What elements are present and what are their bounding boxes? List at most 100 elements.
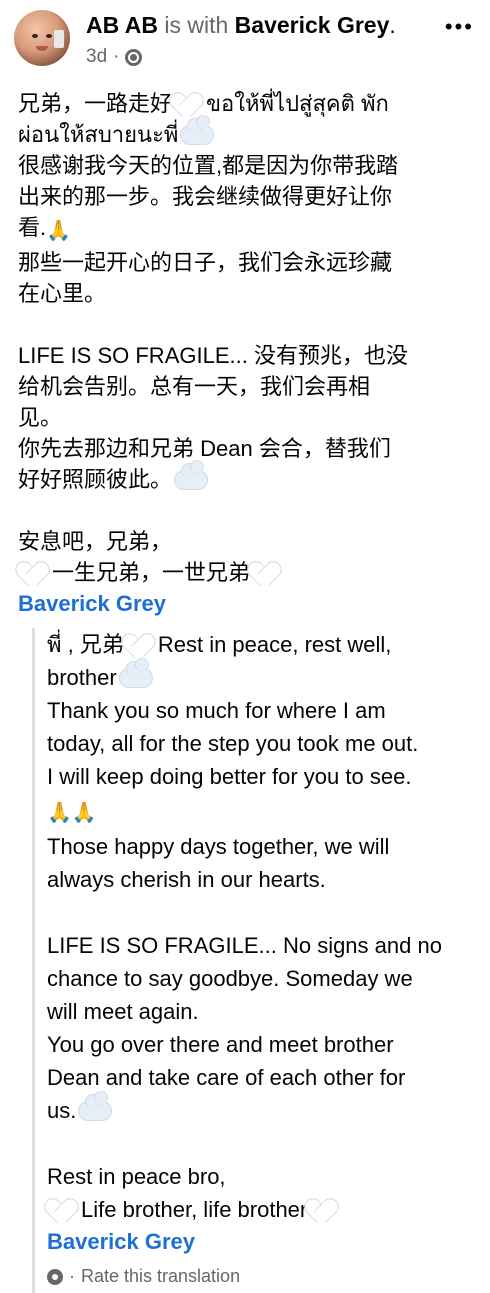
line-text: Dean and take care of each other for	[47, 1065, 406, 1090]
translation-line: พี่ , 兄弟 Rest in peace, rest well,	[47, 628, 472, 661]
translation-line: today, all for the step you took me out.	[47, 727, 472, 760]
translation-line	[47, 1127, 472, 1160]
line-text: LIFE IS SO FRAGILE... No signs and no	[47, 933, 442, 958]
line-text: 安息吧，兄弟，	[18, 529, 173, 554]
white-heart-icon	[309, 1198, 339, 1222]
white-heart-icon	[49, 1198, 79, 1222]
folded-hands-icon: 🙏	[47, 802, 72, 824]
globe-icon	[125, 48, 143, 66]
original-line	[18, 495, 472, 526]
translation-line: Thank you so much for where I am	[47, 694, 472, 727]
avatar[interactable]	[14, 10, 70, 66]
original-line: 很感谢我今天的位置,都是因为你带我踏	[18, 150, 472, 181]
line-text: 看.	[18, 215, 47, 240]
cloud-icon	[118, 658, 153, 688]
original-line: LIFE IS SO FRAGILE... 没有预兆，也没	[18, 340, 472, 371]
original-line: 在心里。	[18, 278, 472, 309]
line-text: พี่ , 兄弟	[47, 632, 124, 657]
line-text: 你先去那边和兄弟 Dean 会合，替我们	[18, 436, 391, 461]
line-text: Rest in peace bro,	[47, 1164, 226, 1189]
translation-line: 🙏🙏	[47, 793, 472, 830]
original-line	[18, 309, 472, 340]
white-heart-icon	[126, 633, 156, 657]
line-text: today, all for the step you took me out.	[47, 731, 419, 756]
post-header: AB AB is with Baverick Grey. 3d · •••	[0, 0, 490, 78]
line-text: Rest in peace, rest well,	[157, 632, 392, 657]
translation-line	[47, 896, 472, 929]
post-title: AB AB is with Baverick Grey.	[86, 12, 396, 39]
translation-footer: · Rate this translation	[47, 1260, 472, 1293]
line-text: 兄弟，一路走好	[18, 91, 173, 116]
translation-line: Life brother, life brother	[47, 1193, 472, 1226]
translation-mention-link[interactable]: Baverick Grey	[47, 1226, 472, 1258]
tagged-name[interactable]: Baverick Grey	[235, 12, 390, 38]
line-text: Those happy days together, we will	[47, 834, 390, 859]
translation-line: Those happy days together, we will	[47, 830, 472, 863]
translation-line: Rest in peace bro,	[47, 1160, 472, 1193]
white-heart-icon	[20, 561, 50, 585]
mention-link[interactable]: Baverick Grey	[18, 588, 472, 620]
original-line: 安息吧，兄弟，	[18, 526, 472, 557]
gear-icon[interactable]	[47, 1268, 63, 1285]
original-line: 那些一起开心的日子，我们会永远珍藏	[18, 247, 472, 278]
cloud-icon	[78, 1091, 113, 1121]
cloud-icon	[180, 115, 215, 145]
translation-line: LIFE IS SO FRAGILE... No signs and no	[47, 929, 472, 962]
cloud-icon	[174, 460, 209, 490]
translation-line: You go over there and meet brother	[47, 1028, 472, 1061]
original-line: 给机会告别。总有一天，我们会再相	[18, 371, 472, 402]
line-text: us.	[47, 1098, 77, 1123]
author-name[interactable]: AB AB	[86, 12, 158, 38]
original-line: 一生兄弟，一世兄弟	[18, 557, 472, 588]
original-line: 好好照顾彼此。	[18, 460, 472, 495]
line-text: chance to say goodbye. Someday we	[47, 966, 413, 991]
line-text: ขอให้พี่ไปสู่สุคติ พัก	[206, 91, 389, 116]
line-text: Life brother, life brother	[81, 1197, 308, 1222]
line-text: will meet again.	[47, 999, 199, 1024]
translation-line: Dean and take care of each other for	[47, 1061, 472, 1094]
line-text: LIFE IS SO FRAGILE... 没有预兆，也没	[18, 343, 408, 368]
original-line: 出来的那一步。我会继续做得更好让你	[18, 181, 472, 212]
translation-line: will meet again.	[47, 995, 472, 1028]
post-time[interactable]: 3d	[86, 46, 107, 68]
folded-hands-icon: 🙏	[71, 802, 97, 824]
original-line: 你先去那边和兄弟 Dean 会合，替我们	[18, 433, 472, 464]
original-line: 看.🙏	[18, 212, 472, 247]
white-heart-icon	[252, 561, 282, 585]
post-body: 兄弟，一路走好 ขอให้พี่ไปสู่สุคติ พักผ่อนให้สบาย…	[0, 78, 490, 1293]
line-text: 一生兄弟，一世兄弟	[52, 560, 251, 585]
original-line: 兄弟，一路走好 ขอให้พี่ไปสู่สุคติ พัก	[18, 88, 472, 119]
line-text: 出来的那一步。我会继续做得更好让你	[18, 184, 393, 209]
footer-dot: ·	[69, 1266, 75, 1286]
line-text: always cherish in our hearts.	[47, 867, 326, 892]
translation-line: always cherish in our hearts.	[47, 863, 472, 896]
translation-line: chance to say goodbye. Someday we	[47, 962, 472, 995]
title-period: .	[389, 12, 396, 38]
line-text: ผ่อนให้สบายนะพี่	[18, 122, 179, 147]
line-text: You go over there and meet brother	[47, 1032, 394, 1057]
post-meta: 3d ·	[86, 46, 143, 68]
meta-dot: ·	[113, 46, 120, 67]
line-text: Thank you so much for where I am	[47, 698, 386, 723]
with-text: is with	[164, 12, 229, 38]
original-text: 兄弟，一路走好 ขอให้พี่ไปสู่สุคติ พักผ่อนให้สบาย…	[18, 88, 472, 588]
original-line: ผ่อนให้สบายนะพี่	[18, 115, 472, 150]
translated-text: พี่ , 兄弟 Rest in peace, rest well, brother…	[47, 628, 472, 1226]
original-line: 见。	[18, 402, 472, 433]
translation-line: I will keep doing better for you to see.	[47, 760, 472, 793]
line-text: 那些一起开心的日子，我们会永远珍藏	[18, 250, 393, 275]
more-options-button[interactable]: •••	[445, 14, 474, 40]
translation-line: brother	[47, 658, 472, 694]
line-text: 在心里。	[18, 281, 107, 306]
line-text: 好好照顾彼此。	[18, 467, 173, 492]
line-text: 很感谢我今天的位置,都是因为你带我踏	[18, 153, 399, 178]
translation-line: us.	[47, 1091, 472, 1127]
white-heart-icon	[174, 92, 204, 116]
line-text: brother	[47, 665, 117, 690]
line-text: 见。	[18, 405, 63, 430]
line-text: 给机会告别。总有一天，我们会再相	[18, 374, 371, 399]
rate-translation-link[interactable]: Rate this translation	[81, 1260, 240, 1293]
line-text: I will keep doing better for you to see.	[47, 764, 412, 789]
folded-hands-icon: 🙏	[46, 220, 72, 242]
translation-block: พี่ , 兄弟 Rest in peace, rest well, brother…	[32, 628, 472, 1293]
